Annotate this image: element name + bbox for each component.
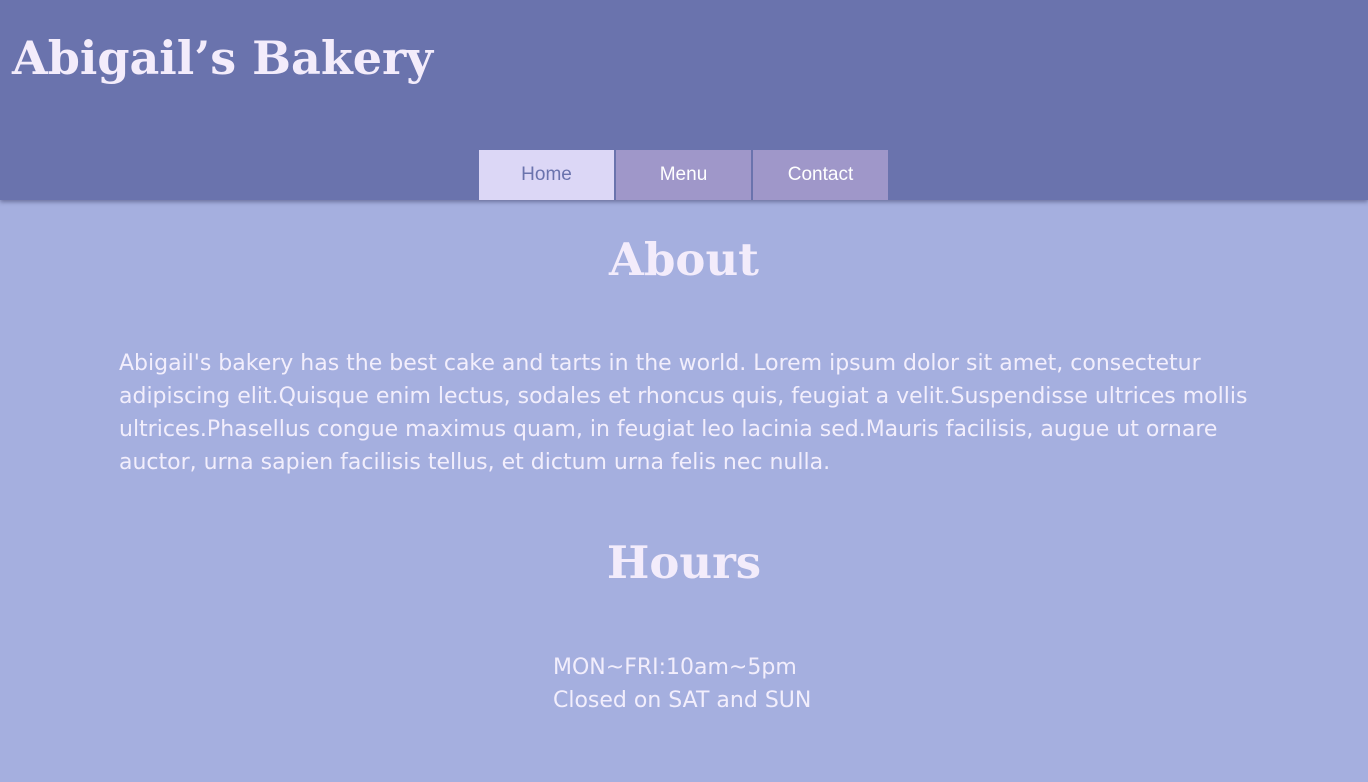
site-header: Abigail’s Bakery Home Menu Contact xyxy=(0,0,1368,200)
nav-tab-contact[interactable]: Contact xyxy=(753,150,888,200)
hours-heading: Hours xyxy=(606,536,762,589)
about-heading: About xyxy=(609,233,759,286)
about-paragraph: Abigail's bakery has the best cake and t… xyxy=(119,351,1248,475)
site-title: Abigail’s Bakery xyxy=(12,31,433,85)
nav-tab-menu[interactable]: Menu xyxy=(616,150,751,200)
hours-weekday-line: MON~FRI:10am~5pm xyxy=(553,655,797,680)
hours-block: MON~FRI:10am~5pm Closed on SAT and SUN xyxy=(553,651,811,717)
nav-tab-home[interactable]: Home xyxy=(479,150,614,200)
main-content: About Abigail's bakery has the best cake… xyxy=(0,200,1368,782)
main-nav: Home Menu Contact xyxy=(479,150,888,200)
hours-weekend-line: Closed on SAT and SUN xyxy=(553,688,812,713)
